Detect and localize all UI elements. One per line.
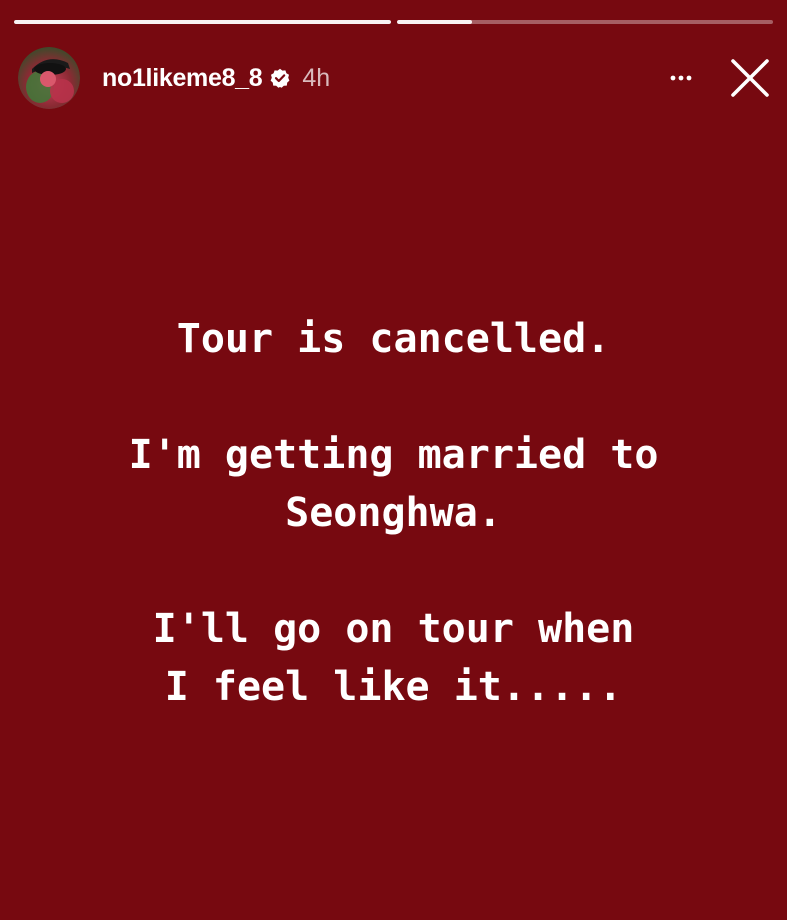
story-paragraph: Tour is cancelled. (0, 310, 787, 368)
story-text-line: I feel like it..... (164, 664, 623, 710)
story-viewer[interactable]: no1likeme8_8 4h Tour is cancelled. I'm g… (0, 0, 787, 920)
more-horizontal-icon (670, 75, 692, 81)
story-paragraph: I'll go on tour when I feel like it..... (0, 600, 787, 716)
more-options-button[interactable] (661, 58, 701, 98)
username[interactable]: no1likeme8_8 (102, 64, 263, 93)
story-paragraph: I'm getting married to Seonghwa. (0, 426, 787, 542)
progress-fill (396, 20, 472, 24)
story-text-line: I'm getting married to (128, 432, 659, 478)
story-header: no1likeme8_8 4h (18, 42, 773, 114)
story-text-line: Seonghwa. (285, 490, 502, 536)
story-text-line: Tour is cancelled. (176, 316, 611, 362)
post-time: 4h (302, 63, 331, 92)
story-text-line: I'll go on tour when (152, 606, 635, 652)
close-icon (731, 59, 769, 97)
avatar[interactable] (18, 47, 80, 109)
progress-segment (14, 20, 391, 24)
progress-fill (14, 20, 391, 24)
story-text-overlay: Tour is cancelled. I'm getting married t… (0, 310, 787, 716)
close-button[interactable] (727, 55, 773, 101)
progress-segment (396, 20, 773, 24)
story-progress-bar (14, 20, 773, 24)
verified-badge-icon (270, 68, 290, 88)
